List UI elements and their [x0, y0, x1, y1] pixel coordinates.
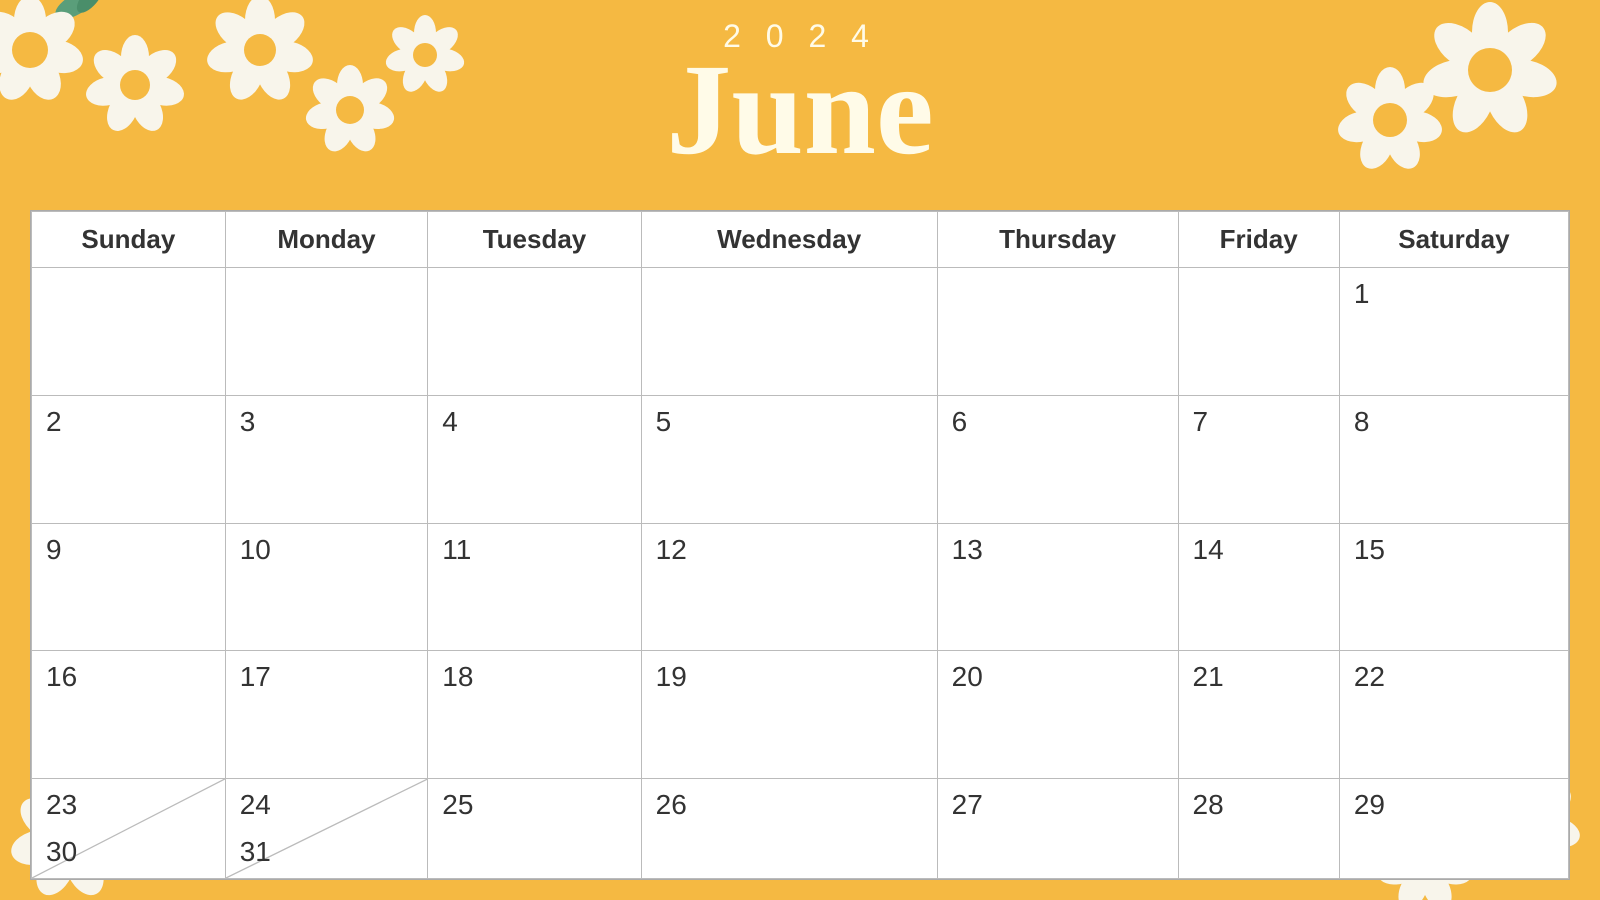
header-saturday: Saturday	[1339, 212, 1568, 268]
day-23-30: 23 30	[32, 779, 226, 879]
day-empty-3	[428, 268, 641, 396]
day-25: 25	[428, 779, 641, 879]
week-row-3: 9 10 11 12 13 14 15	[32, 523, 1569, 651]
day-26: 26	[641, 779, 937, 879]
day-11: 11	[428, 523, 641, 651]
day-empty-4	[641, 268, 937, 396]
week-row-2: 2 3 4 5 6 7 8	[32, 395, 1569, 523]
day-16: 16	[32, 651, 226, 779]
day-1: 1	[1339, 268, 1568, 396]
month-label: June	[0, 45, 1600, 175]
day-empty-2	[225, 268, 428, 396]
day-empty-1	[32, 268, 226, 396]
day-5: 5	[641, 395, 937, 523]
days-header-row: Sunday Monday Tuesday Wednesday Thursday…	[32, 212, 1569, 268]
header-thursday: Thursday	[937, 212, 1178, 268]
header-monday: Monday	[225, 212, 428, 268]
day-17: 17	[225, 651, 428, 779]
day-19: 19	[641, 651, 937, 779]
day-8: 8	[1339, 395, 1568, 523]
day-18: 18	[428, 651, 641, 779]
day-empty-5	[937, 268, 1178, 396]
day-28: 28	[1178, 779, 1339, 879]
day-7: 7	[1178, 395, 1339, 523]
day-30: 30	[46, 836, 77, 868]
calendar-grid: Sunday Monday Tuesday Wednesday Thursday…	[30, 210, 1570, 880]
day-14: 14	[1178, 523, 1339, 651]
header-tuesday: Tuesday	[428, 212, 641, 268]
day-20: 20	[937, 651, 1178, 779]
calendar-header: 2 0 2 4 June	[0, 0, 1600, 175]
day-15: 15	[1339, 523, 1568, 651]
day-29: 29	[1339, 779, 1568, 879]
header-friday: Friday	[1178, 212, 1339, 268]
day-21: 21	[1178, 651, 1339, 779]
day-31: 31	[240, 836, 271, 868]
week-row-4: 16 17 18 19 20 21 22	[32, 651, 1569, 779]
day-27: 27	[937, 779, 1178, 879]
header-sunday: Sunday	[32, 212, 226, 268]
day-3: 3	[225, 395, 428, 523]
page-background: 2 0 2 4 June Sunday Monday Tuesday Wedne…	[0, 0, 1600, 900]
header-wednesday: Wednesday	[641, 212, 937, 268]
day-empty-6	[1178, 268, 1339, 396]
day-4: 4	[428, 395, 641, 523]
day-10: 10	[225, 523, 428, 651]
day-13: 13	[937, 523, 1178, 651]
day-9: 9	[32, 523, 226, 651]
week-row-5: 23 30 24 31 25 26 27 28 29	[32, 779, 1569, 879]
day-2: 2	[32, 395, 226, 523]
day-24: 24	[240, 789, 271, 821]
day-12: 12	[641, 523, 937, 651]
calendar-table: Sunday Monday Tuesday Wednesday Thursday…	[31, 211, 1569, 879]
day-24-31: 24 31	[225, 779, 428, 879]
week-row-1: 1	[32, 268, 1569, 396]
day-23: 23	[46, 789, 77, 821]
day-22: 22	[1339, 651, 1568, 779]
day-6: 6	[937, 395, 1178, 523]
